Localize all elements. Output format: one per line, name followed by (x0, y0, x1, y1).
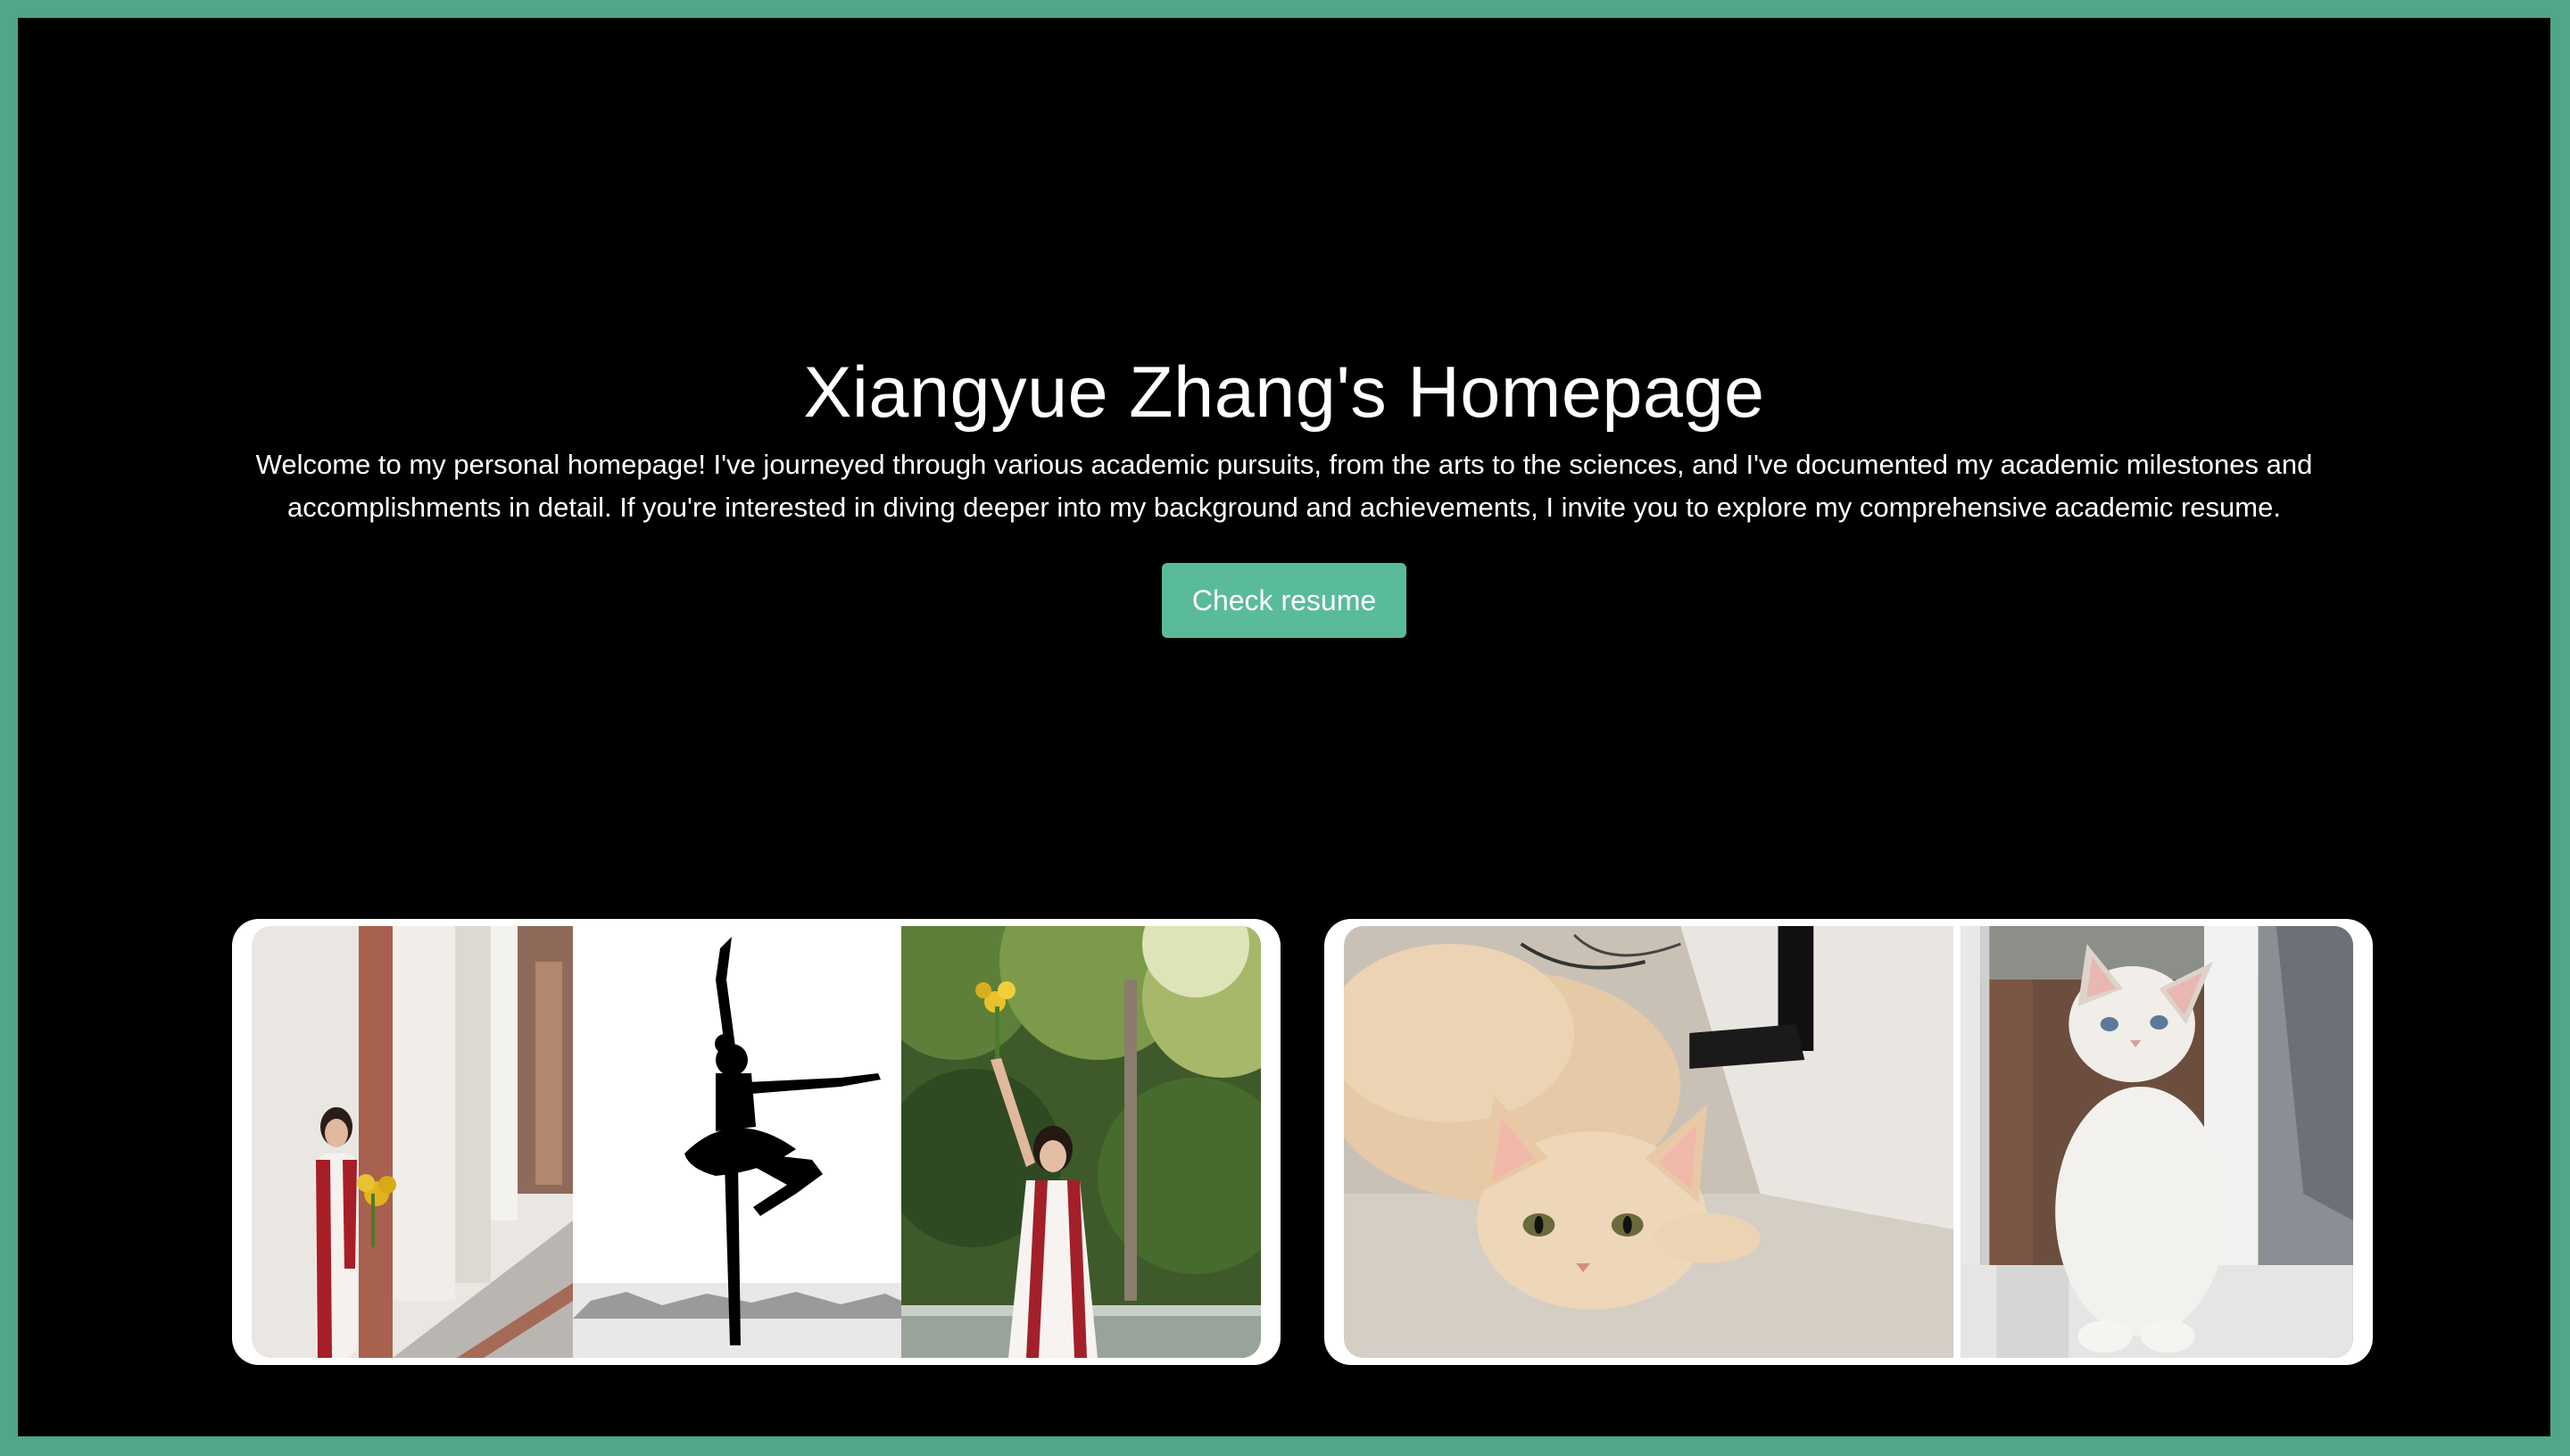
photo-card-left (232, 919, 1281, 1365)
page-frame: Xiangyue Zhang's Homepage Welcome to my … (0, 0, 2570, 1456)
ballet-silhouette-photo-icon (573, 926, 901, 1358)
photo-strip-left (252, 926, 1261, 1358)
photo-card-right (1324, 919, 2373, 1365)
photo-strip-right (1344, 926, 2353, 1358)
cream-cat-photo-icon (1344, 926, 1954, 1358)
check-resume-button[interactable]: Check resume (1162, 563, 1406, 638)
graduation-photo-icon (252, 926, 573, 1358)
white-cat-window-photo-icon (1953, 926, 2353, 1358)
hero-section: Xiangyue Zhang's Homepage Welcome to my … (18, 343, 2550, 638)
garden-graduation-photo-icon (901, 926, 1261, 1358)
page-title: Xiangyue Zhang's Homepage (803, 352, 1765, 433)
intro-text: Welcome to my personal homepage! I've jo… (255, 449, 2313, 523)
